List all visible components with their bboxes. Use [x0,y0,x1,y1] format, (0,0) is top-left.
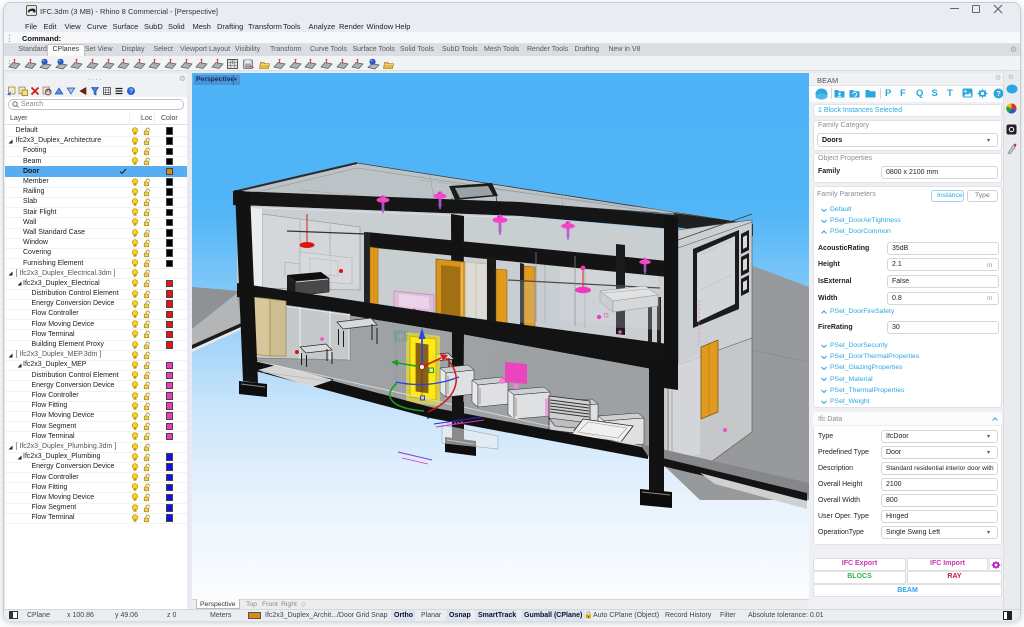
svg-text:?: ? [129,88,133,95]
svg-text:?: ? [996,89,1001,98]
